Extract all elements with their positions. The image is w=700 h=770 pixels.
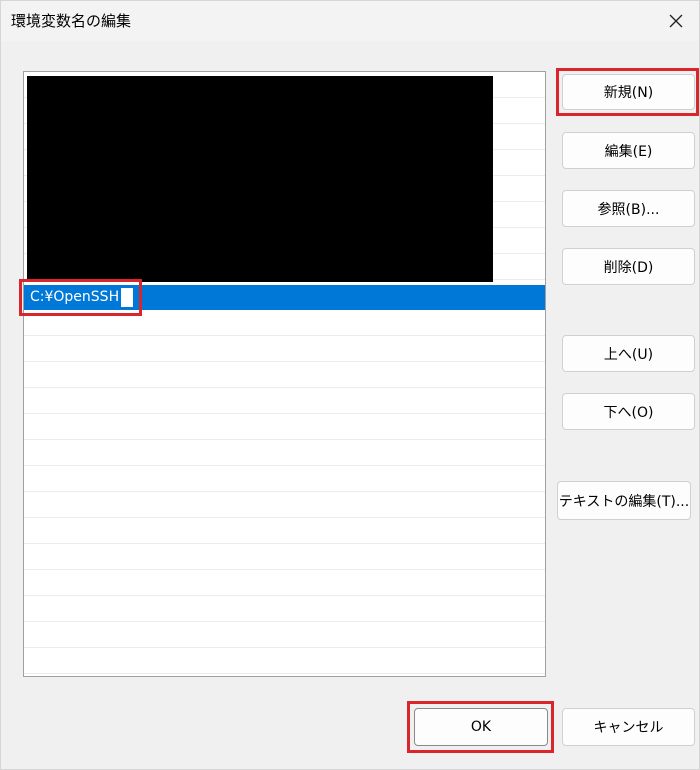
delete-button[interactable]: 削除(D) [562, 248, 695, 285]
list-item[interactable] [24, 544, 545, 570]
browse-button[interactable]: 参照(B)... [562, 190, 695, 227]
list-item[interactable] [24, 310, 545, 336]
list-item[interactable] [24, 648, 545, 674]
inline-edit-value: C:¥OpenSSH [29, 288, 122, 307]
list-item[interactable] [24, 518, 545, 544]
path-entries-list[interactable]: C:¥OpenSSH [23, 71, 546, 677]
edit-text-button[interactable]: テキストの編集(T)... [557, 481, 691, 520]
redacted-entries-block [27, 76, 493, 282]
title-bar: 環境変数名の編集 [1, 1, 699, 41]
cancel-button[interactable]: キャンセル [562, 708, 695, 746]
close-icon [669, 14, 683, 28]
selected-list-item[interactable]: C:¥OpenSSH [24, 285, 545, 310]
list-item[interactable] [24, 388, 545, 414]
move-up-button[interactable]: 上へ(U) [562, 335, 695, 372]
list-item[interactable] [24, 440, 545, 466]
list-item[interactable] [24, 336, 545, 362]
edit-button[interactable]: 編集(E) [562, 132, 695, 169]
list-item[interactable] [24, 596, 545, 622]
list-item[interactable] [24, 362, 545, 388]
close-button[interactable] [653, 1, 699, 41]
list-item[interactable] [24, 570, 545, 596]
edit-environment-variable-dialog: 環境変数名の編集 C:¥OpenSSH 新規(N) 編集(E) 参照(B)...… [0, 0, 700, 770]
new-button[interactable]: 新規(N) [562, 74, 695, 110]
list-item[interactable] [24, 466, 545, 492]
move-down-button[interactable]: 下へ(O) [562, 393, 695, 430]
list-item[interactable] [24, 414, 545, 440]
list-item[interactable] [24, 622, 545, 648]
dialog-title: 環境変数名の編集 [11, 12, 132, 30]
list-item[interactable] [24, 492, 545, 518]
inline-edit-field[interactable]: C:¥OpenSSH [29, 288, 133, 307]
ok-button[interactable]: OK [414, 708, 548, 746]
